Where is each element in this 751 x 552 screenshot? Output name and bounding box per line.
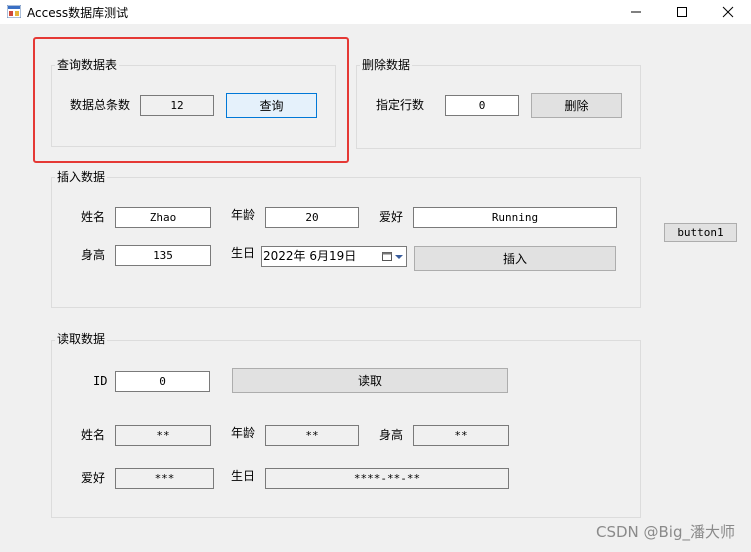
read-button[interactable]: 读取: [232, 368, 508, 393]
read-age-value: **: [265, 425, 359, 446]
row-label: 指定行数: [376, 98, 425, 112]
insert-group: [51, 177, 641, 308]
insert-birthday-label: 生日: [231, 246, 256, 260]
dropdown-arrow-icon[interactable]: [395, 255, 403, 259]
delete-button[interactable]: 删除: [531, 93, 622, 118]
insert-name-label: 姓名: [81, 210, 106, 224]
highlight-box: [33, 37, 349, 163]
read-group-title: 读取数据: [55, 332, 108, 346]
insert-height-input[interactable]: 135: [115, 245, 211, 266]
birthday-date-picker[interactable]: 2022年 6月19日: [261, 246, 407, 267]
insert-button[interactable]: 插入: [414, 246, 616, 271]
read-hobby-value: ***: [115, 468, 214, 489]
read-name-label: 姓名: [81, 428, 106, 442]
insert-height-label: 身高: [81, 248, 106, 262]
window-title: Access数据库测试: [27, 6, 129, 20]
read-name-value: **: [115, 425, 211, 446]
close-icon: [722, 6, 734, 18]
insert-age-label: 年龄: [231, 208, 256, 222]
read-id-label: ID: [93, 374, 108, 388]
watermark: CSDN @Big_潘大师: [595, 523, 735, 541]
read-id-input[interactable]: 0: [115, 371, 210, 392]
birthday-date-value: 2022年 6月19日: [263, 249, 357, 263]
insert-group-title: 插入数据: [55, 170, 108, 184]
maximize-icon: [677, 7, 687, 17]
read-age-label: 年龄: [231, 426, 256, 440]
calendar-icon: [382, 252, 392, 261]
read-birthday-label: 生日: [231, 469, 256, 483]
insert-name-input[interactable]: Zhao: [115, 207, 211, 228]
app-icon: [7, 5, 21, 18]
insert-age-input[interactable]: 20: [265, 207, 359, 228]
read-hobby-label: 爱好: [81, 471, 106, 485]
maximize-button[interactable]: [659, 0, 705, 24]
insert-hobby-label: 爱好: [379, 210, 404, 224]
delete-group-title: 删除数据: [360, 58, 413, 72]
close-button[interactable]: [705, 0, 751, 24]
button1[interactable]: button1: [664, 223, 737, 242]
row-input[interactable]: 0: [445, 95, 519, 116]
read-height-value: **: [413, 425, 509, 446]
title-bar: Access数据库测试: [0, 0, 751, 24]
minimize-icon: [631, 11, 641, 13]
insert-hobby-input[interactable]: Running: [413, 207, 617, 228]
read-birthday-value: ****-**-**: [265, 468, 509, 489]
minimize-button[interactable]: [613, 0, 659, 24]
read-height-label: 身高: [379, 428, 404, 442]
